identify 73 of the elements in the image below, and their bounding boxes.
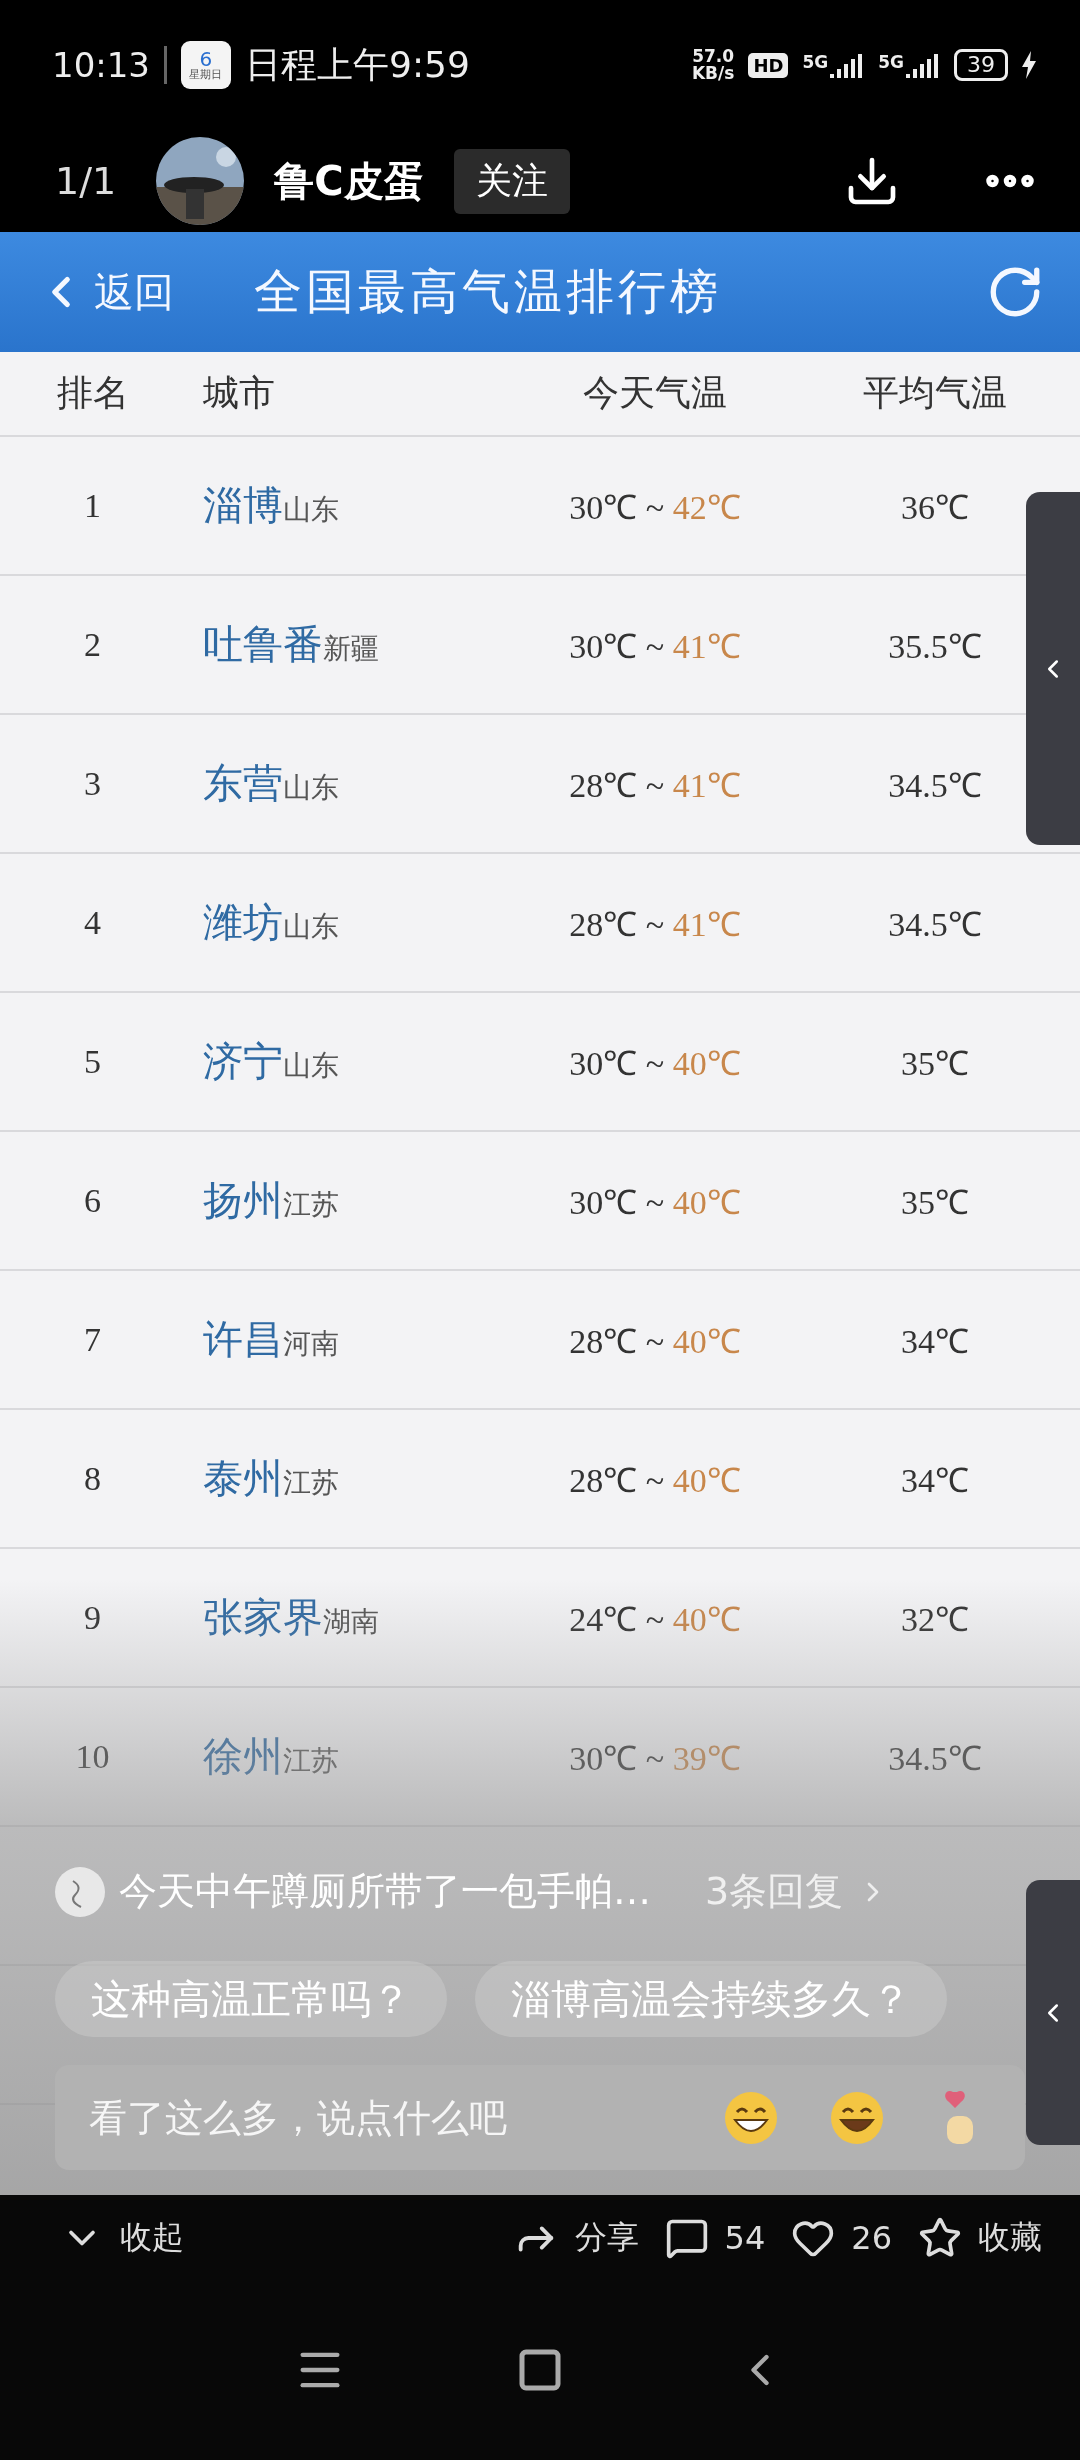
rank-cell: 4 bbox=[84, 903, 101, 942]
signal-icon bbox=[830, 52, 865, 78]
side-panel-handle[interactable] bbox=[1026, 1880, 1080, 2145]
collapse-button[interactable]: 收起 bbox=[60, 2215, 184, 2260]
notification-text: 日程上午9:59 bbox=[245, 42, 470, 87]
rank-cell: 6 bbox=[84, 1181, 101, 1220]
temperature-range: 30℃ ~ 39℃ bbox=[569, 1738, 741, 1779]
battery-icon: 39 bbox=[954, 49, 1008, 81]
network-type: 5G bbox=[802, 52, 829, 72]
column-header: 排名 bbox=[56, 372, 129, 415]
comment-input[interactable]: 看了这么多，说点什么吧 bbox=[55, 2065, 703, 2170]
temperature-range: 30℃ ~ 41℃ bbox=[569, 626, 741, 667]
average-temperature: 35℃ bbox=[901, 1182, 969, 1223]
city-name: 吐鲁番新疆 bbox=[202, 621, 379, 669]
network-type: 5G bbox=[878, 52, 904, 72]
city-name: 东营山东 bbox=[202, 760, 339, 808]
clock-time: 10:13 bbox=[52, 45, 150, 85]
grinning-face-icon[interactable] bbox=[723, 2089, 779, 2146]
calendar-day: 6 bbox=[199, 48, 213, 69]
temperature-range: 30℃ ~ 40℃ bbox=[569, 1182, 741, 1223]
city-name: 扬州江苏 bbox=[202, 1177, 339, 1225]
rank-cell: 7 bbox=[84, 1320, 101, 1359]
average-temperature: 34.5℃ bbox=[888, 1738, 982, 1779]
column-header: 今天气温 bbox=[583, 372, 727, 415]
page-title: 全国最高气温排行榜 bbox=[254, 264, 722, 320]
city-name: 淄博山东 bbox=[202, 482, 339, 530]
average-temperature: 32℃ bbox=[901, 1599, 969, 1640]
average-temperature: 35.5℃ bbox=[888, 626, 982, 667]
charging-icon bbox=[1022, 51, 1036, 79]
share-button[interactable]: 分享 bbox=[512, 2214, 639, 2261]
city-name: 徐州江苏 bbox=[202, 1733, 339, 1781]
temperature-range: 28℃ ~ 40℃ bbox=[569, 1460, 741, 1501]
city-name: 济宁山东 bbox=[202, 1038, 339, 1086]
network-speed: KB/s bbox=[691, 65, 735, 82]
hd-icon: HD bbox=[748, 52, 789, 78]
favorite-button[interactable]: 收藏 bbox=[918, 2215, 1042, 2260]
temperature-range: 28℃ ~ 41℃ bbox=[569, 904, 741, 945]
rank-cell: 10 bbox=[75, 1737, 110, 1776]
rank-cell: 5 bbox=[84, 1042, 101, 1081]
like-button[interactable]: 26 bbox=[791, 2215, 892, 2260]
back-button[interactable]: 返回 bbox=[36, 264, 174, 320]
average-temperature: 34℃ bbox=[901, 1460, 969, 1501]
comments-button[interactable]: 54 bbox=[664, 2215, 766, 2260]
rank-cell: 1 bbox=[84, 486, 101, 525]
temperature-range: 28℃ ~ 41℃ bbox=[569, 765, 741, 806]
column-header: 平均气温 bbox=[863, 372, 1007, 415]
page-counter: 1/1 bbox=[55, 159, 117, 203]
average-temperature: 34.5℃ bbox=[888, 765, 982, 806]
rank-cell: 9 bbox=[84, 1598, 101, 1637]
rank-cell: 3 bbox=[84, 764, 101, 803]
average-temperature: 34.5℃ bbox=[888, 904, 982, 945]
city-name: 许昌河南 bbox=[202, 1316, 339, 1364]
temperature-range: 28℃ ~ 40℃ bbox=[569, 1321, 741, 1362]
rank-cell: 8 bbox=[84, 1459, 101, 1498]
city-name: 张家界湖南 bbox=[202, 1594, 379, 1642]
temperature-range: 24℃ ~ 40℃ bbox=[569, 1599, 741, 1640]
side-panel-handle[interactable] bbox=[1026, 492, 1080, 845]
follow-button[interactable]: 关注 bbox=[453, 148, 570, 214]
average-temperature: 35℃ bbox=[901, 1043, 969, 1084]
laughing-face-icon[interactable] bbox=[829, 2089, 885, 2146]
author-name: 鲁C皮蛋 bbox=[274, 156, 424, 206]
commenter-avatar bbox=[55, 1866, 105, 1917]
calendar-weekday: 星期日 bbox=[189, 68, 223, 82]
network-speed: 57.0 bbox=[692, 48, 735, 65]
column-header: 城市 bbox=[202, 372, 276, 415]
rank-cell: 2 bbox=[84, 625, 101, 664]
average-temperature: 36℃ bbox=[901, 487, 969, 528]
city-name: 潍坊山东 bbox=[202, 899, 339, 947]
average-temperature: 34℃ bbox=[901, 1321, 969, 1362]
temperature-range: 30℃ ~ 40℃ bbox=[569, 1043, 741, 1084]
signal-icon bbox=[906, 52, 940, 78]
city-name: 泰州江苏 bbox=[202, 1455, 339, 1503]
temperature-range: 30℃ ~ 42℃ bbox=[569, 487, 741, 528]
